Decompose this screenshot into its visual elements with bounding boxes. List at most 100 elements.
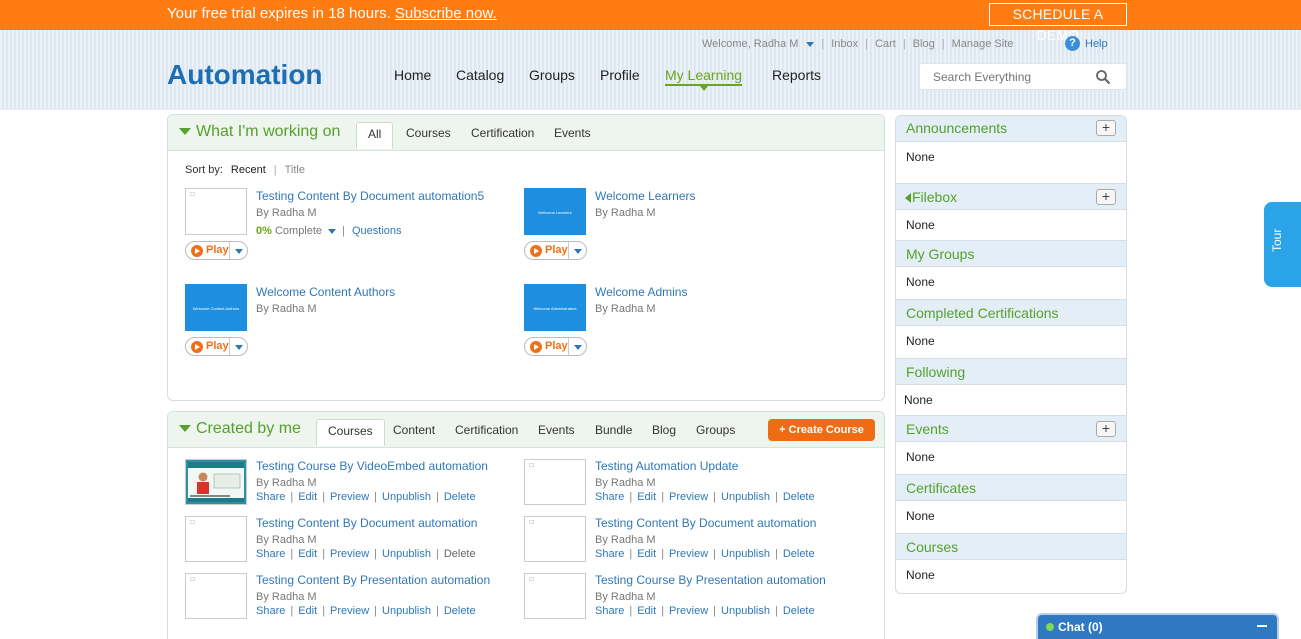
content-thumbnail[interactable] — [185, 459, 247, 505]
preview-link[interactable]: Preview — [330, 605, 369, 617]
add-file-button[interactable]: + — [1096, 189, 1116, 205]
preview-link[interactable]: Preview — [330, 491, 369, 503]
tab-courses[interactable]: Courses — [316, 419, 385, 446]
nav-my-learning[interactable]: My Learning — [665, 67, 743, 86]
add-announcement-button[interactable]: + — [1096, 120, 1116, 136]
share-link[interactable]: Share — [256, 491, 285, 503]
unpublish-link[interactable]: Unpublish — [382, 605, 431, 617]
nav-reports[interactable]: Reports — [772, 67, 821, 83]
collapse-icon[interactable] — [179, 425, 191, 432]
item-title[interactable]: Welcome Admins — [595, 285, 687, 299]
content-thumbnail[interactable] — [185, 573, 247, 619]
welcome-menu[interactable]: Welcome, Radha M — [702, 38, 815, 50]
tab-courses[interactable]: Courses — [406, 126, 451, 140]
share-link[interactable]: Share — [595, 491, 624, 503]
sort-recent[interactable]: Recent — [231, 164, 266, 176]
search-icon[interactable] — [1095, 69, 1111, 85]
item-title[interactable]: Testing Content By Presentation automati… — [256, 573, 496, 587]
preview-link[interactable]: Preview — [669, 548, 708, 560]
nav-home[interactable]: Home — [394, 67, 431, 83]
inbox-link[interactable]: Inbox — [831, 38, 858, 50]
delete-link[interactable]: Delete — [444, 491, 476, 503]
play-button[interactable]: Play — [185, 337, 248, 356]
item-title[interactable]: Welcome Learners — [595, 189, 696, 203]
content-thumbnail[interactable] — [524, 573, 586, 619]
item-title[interactable]: Testing Course By VideoEmbed automation — [256, 459, 496, 473]
tab-events[interactable]: Events — [538, 423, 575, 437]
tab-bundle[interactable]: Bundle — [595, 423, 632, 437]
schedule-demo-button[interactable]: SCHEDULE A DEMO — [989, 3, 1127, 43]
help-icon[interactable]: ? — [1065, 36, 1080, 51]
edit-link[interactable]: Edit — [298, 605, 317, 617]
cart-link[interactable]: Cart — [875, 38, 896, 50]
manage-site-link[interactable]: Manage Site — [952, 38, 1014, 50]
content-thumbnail[interactable] — [185, 188, 247, 235]
item-title[interactable]: Testing Automation Update — [595, 459, 835, 473]
delete-link[interactable]: Delete — [783, 605, 815, 617]
edit-link[interactable]: Edit — [637, 548, 656, 560]
collapse-left-icon[interactable] — [905, 193, 911, 203]
tab-certification[interactable]: Certification — [471, 126, 534, 140]
search-input[interactable] — [933, 70, 1093, 84]
share-link[interactable]: Share — [256, 605, 285, 617]
add-event-button[interactable]: + — [1096, 421, 1116, 437]
chevron-down-icon[interactable] — [235, 249, 243, 254]
collapse-icon[interactable] — [179, 128, 191, 135]
chevron-down-icon[interactable] — [574, 345, 582, 350]
chevron-down-icon[interactable] — [235, 345, 243, 350]
content-thumbnail[interactable] — [524, 516, 586, 562]
content-thumbnail[interactable] — [524, 459, 586, 505]
tab-blog[interactable]: Blog — [652, 423, 676, 437]
item-title[interactable]: Testing Content By Document automation — [595, 516, 835, 530]
edit-link[interactable]: Edit — [298, 491, 317, 503]
edit-link[interactable]: Edit — [637, 491, 656, 503]
preview-link[interactable]: Preview — [669, 605, 708, 617]
share-link[interactable]: Share — [595, 548, 624, 560]
play-button[interactable]: Play — [185, 241, 248, 260]
tab-all[interactable]: All — [356, 122, 394, 149]
preview-link[interactable]: Preview — [669, 491, 708, 503]
edit-link[interactable]: Edit — [298, 548, 317, 560]
create-course-button[interactable]: + Create Course — [768, 419, 875, 441]
item-title[interactable]: Testing Content By Document automation5 — [256, 189, 484, 203]
delete-link[interactable]: Delete — [444, 548, 476, 560]
nav-catalog[interactable]: Catalog — [456, 67, 504, 83]
edit-link[interactable]: Edit — [637, 605, 656, 617]
preview-link[interactable]: Preview — [330, 548, 369, 560]
help-link[interactable]: Help — [1085, 38, 1108, 50]
tab-certification[interactable]: Certification — [455, 423, 518, 437]
unpublish-link[interactable]: Unpublish — [721, 605, 770, 617]
delete-link[interactable]: Delete — [783, 491, 815, 503]
unpublish-link[interactable]: Unpublish — [721, 491, 770, 503]
chevron-down-icon[interactable] — [574, 249, 582, 254]
share-link[interactable]: Share — [256, 548, 285, 560]
subscribe-link[interactable]: Subscribe now. — [395, 5, 497, 22]
chevron-down-icon[interactable] — [328, 228, 337, 234]
nav-profile[interactable]: Profile — [600, 67, 640, 83]
content-thumbnail[interactable]: Welcome Administrators — [524, 284, 586, 331]
share-link[interactable]: Share — [595, 605, 624, 617]
blog-link[interactable]: Blog — [913, 38, 935, 50]
minimize-icon[interactable] — [1257, 625, 1267, 627]
tab-groups[interactable]: Groups — [696, 423, 735, 437]
tab-events[interactable]: Events — [554, 126, 591, 140]
item-title[interactable]: Testing Content By Document automation — [256, 516, 496, 530]
delete-link[interactable]: Delete — [444, 605, 476, 617]
play-button[interactable]: Play — [524, 241, 587, 260]
nav-groups[interactable]: Groups — [529, 67, 575, 83]
delete-link[interactable]: Delete — [783, 548, 815, 560]
questions-link[interactable]: Questions — [352, 225, 402, 237]
tour-button[interactable]: Tour — [1264, 202, 1301, 287]
item-title[interactable]: Testing Course By Presentation automatio… — [595, 573, 835, 587]
sort-title[interactable]: Title — [285, 164, 305, 176]
content-thumbnail[interactable]: Welcome Content Authors — [185, 284, 247, 331]
play-button[interactable]: Play — [524, 337, 587, 356]
tab-content[interactable]: Content — [393, 423, 435, 437]
item-title[interactable]: Welcome Content Authors — [256, 285, 395, 299]
site-logo[interactable]: Automation — [167, 59, 323, 91]
chat-bar[interactable]: Chat (0) — [1036, 613, 1279, 639]
unpublish-link[interactable]: Unpublish — [382, 491, 431, 503]
unpublish-link[interactable]: Unpublish — [721, 548, 770, 560]
unpublish-link[interactable]: Unpublish — [382, 548, 431, 560]
content-thumbnail[interactable]: Welcome Learners — [524, 188, 586, 235]
